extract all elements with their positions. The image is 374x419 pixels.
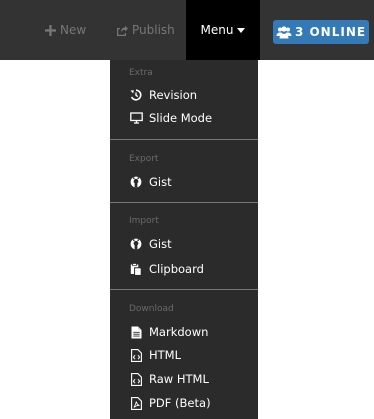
paste-icon [129,262,143,276]
online-users-badge[interactable]: 3 ONLINE [273,20,369,44]
divider [110,139,258,140]
publish-button[interactable]: Publish [116,0,175,60]
monitor-icon [129,111,143,125]
file-text-icon [129,325,143,339]
export-gist-item[interactable]: Gist [129,172,172,192]
markdown-item[interactable]: Markdown [129,322,208,342]
revision-label: Revision [149,88,198,102]
history-icon [129,88,143,102]
users-icon [276,25,292,39]
github-icon [129,237,143,251]
html-label: HTML [149,348,182,362]
file-code-icon [129,372,143,386]
share-icon [116,25,128,36]
publish-label: Publish [132,23,175,37]
section-header-export: Export [129,154,159,164]
import-gist-label: Gist [149,237,172,251]
raw-html-item[interactable]: Raw HTML [129,369,209,389]
divider [110,202,258,203]
new-button[interactable]: New [45,0,86,60]
export-gist-label: Gist [149,175,172,189]
file-pdf-icon [129,396,143,410]
online-count: 3 ONLINE [294,25,367,39]
clipboard-label: Clipboard [149,262,204,276]
section-header-download: Download [129,304,174,314]
section-header-extra: Extra [129,68,153,78]
pdf-label: PDF (Beta) [149,396,211,410]
markdown-label: Markdown [149,325,209,339]
github-icon [129,175,143,189]
divider [110,289,258,290]
revision-item[interactable]: Revision [129,85,197,105]
top-navbar: New Publish Menu 3 ONLINE [0,0,374,60]
caret-down-icon [237,27,246,33]
menu-label: Menu [200,23,234,37]
pdf-item[interactable]: PDF (Beta) [129,393,211,413]
file-code-icon [129,348,143,362]
slide-mode-item[interactable]: Slide Mode [129,108,212,128]
new-label: New [60,23,87,37]
raw-html-label: Raw HTML [149,372,209,386]
slide-mode-label: Slide Mode [149,111,213,125]
section-header-import: Import [129,216,159,226]
menu-button[interactable]: Menu [186,0,260,60]
plus-icon [45,24,56,36]
html-item[interactable]: HTML [129,345,181,365]
clipboard-item[interactable]: Clipboard [129,259,204,279]
import-gist-item[interactable]: Gist [129,234,172,254]
menu-dropdown: Extra Revision Slide Mode Export Gist Im… [110,60,258,419]
